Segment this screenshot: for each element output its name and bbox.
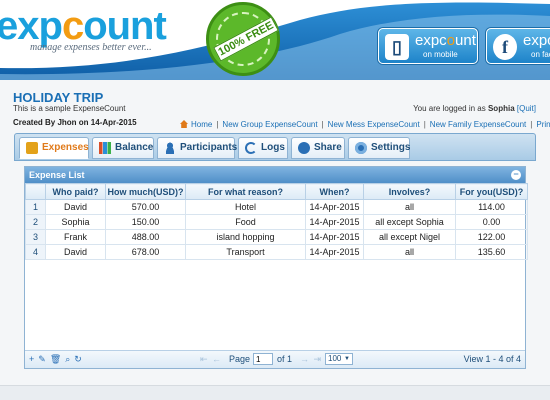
print-link[interactable]: Print <box>536 120 550 129</box>
tab-share[interactable]: Share <box>291 137 345 159</box>
created-by: Created By Jhon on 14-Apr-2015 <box>13 118 137 127</box>
logged-user: Sophia <box>487 104 515 113</box>
header-row: Who paid? How much(USD)? For what reason… <box>25 183 528 200</box>
new-family-link[interactable]: New Family ExpenseCount <box>430 120 526 129</box>
view-range: View 1 - 4 of 4 <box>463 354 521 364</box>
page-number-input[interactable] <box>253 353 273 365</box>
search-icon[interactable]: ⌕ <box>65 354 74 364</box>
table-row[interactable]: 4 David 678.00 Transport 14-Apr-2015 all… <box>25 244 528 260</box>
table-row[interactable]: 3 Frank 488.00 island hopping 14-Apr-201… <box>25 229 528 245</box>
facebook-app-button[interactable]: f expc on face <box>486 28 550 64</box>
new-mess-link[interactable]: New Mess ExpenseCount <box>328 120 420 129</box>
panel-header: Expense List − <box>25 167 525 183</box>
edit-icon[interactable]: ✎ <box>38 354 50 364</box>
page-footer <box>0 385 550 400</box>
login-status: You are logged in as Sophia [Quit] <box>413 104 536 113</box>
tab-logs[interactable]: Logs <box>238 137 288 159</box>
panel-title: Expense List <box>29 170 85 180</box>
bar-chart-icon <box>99 142 111 154</box>
facebook-promo-sub: on face <box>531 50 550 59</box>
rows-per-page-value: 100 <box>328 354 342 363</box>
expense-table: Who paid? How much(USD)? For what reason… <box>25 183 528 260</box>
col-reason[interactable]: For what reason? <box>185 183 306 200</box>
tab-balance-label: Balance <box>115 142 154 153</box>
moneybag-icon <box>26 142 38 154</box>
top-links: Home | New Group ExpenseCount | New Mess Exp… <box>180 120 550 129</box>
tab-expenses-label: Expenses <box>42 142 89 153</box>
add-icon[interactable]: + <box>29 354 38 364</box>
facebook-icon: f <box>493 34 517 60</box>
delete-icon[interactable]: 🗑 <box>50 354 65 364</box>
free-badge: 100% FREE <box>206 2 280 76</box>
quit-link[interactable]: [Quit] <box>517 104 536 113</box>
first-prev-page-buttons[interactable]: ⇤ ← <box>200 354 222 365</box>
trip-title: HOLIDAY TRIP <box>13 90 104 105</box>
col-row-number <box>25 183 46 200</box>
tab-participants-label: Participants <box>180 142 238 153</box>
tab-logs-label: Logs <box>261 142 285 153</box>
facebook-promo-title: expc <box>523 32 550 49</box>
reload-icon[interactable]: ↻ <box>74 354 86 364</box>
page-count: of 1 <box>277 354 293 364</box>
trip-description: This is a sample ExpenseCount <box>13 104 126 113</box>
rows-per-page-select[interactable]: 100 ▼ <box>325 353 353 365</box>
login-prefix: You are logged in as <box>413 104 486 113</box>
page-label: Page <box>229 354 251 364</box>
tab-expenses[interactable]: Expenses <box>19 137 89 159</box>
tab-settings-label: Settings <box>371 142 411 153</box>
tab-balance[interactable]: Balance <box>92 137 154 159</box>
col-how-much[interactable]: How much(USD)? <box>105 183 186 200</box>
tab-settings[interactable]: Settings <box>348 137 410 159</box>
col-when[interactable]: When? <box>305 183 364 200</box>
col-who-paid[interactable]: Who paid? <box>45 183 106 200</box>
tab-participants[interactable]: Participants <box>157 137 238 159</box>
col-involves[interactable]: Involves? <box>363 183 456 200</box>
new-group-link[interactable]: New Group ExpenseCount <box>222 120 317 129</box>
table-row[interactable]: 1 David 570.00 Hotel 14-Apr-2015 all 114… <box>25 199 528 215</box>
tab-share-label: Share <box>314 142 342 153</box>
tagline: manage expenses better ever... <box>30 42 152 53</box>
tab-bar: Expenses Balance Participants Logs Share… <box>14 133 536 161</box>
expense-list-panel: Expense List − Who paid? How much(USD)? … <box>24 166 528 369</box>
chevron-down-icon: ▼ <box>344 356 350 362</box>
person-icon <box>164 142 176 154</box>
mobile-app-button[interactable]: ▯ expcount on mobile <box>378 28 478 64</box>
gear-icon <box>355 142 367 154</box>
share-icon <box>298 142 310 154</box>
col-for-you[interactable]: For you(USD)? <box>455 183 528 200</box>
grid-pager: +✎🗑⌕↻ ⇤ ← Page of 1 → ⇥ 100▼ View 1 - 4 … <box>25 350 525 368</box>
site-header: expcount manage expenses better ever... … <box>0 0 550 80</box>
mobile-promo-sub: on mobile <box>423 50 458 59</box>
refresh-icon <box>245 142 257 154</box>
mobile-promo-title: expcount <box>415 32 476 49</box>
grid-toolbar: +✎🗑⌕↻ <box>29 354 86 365</box>
next-last-page-buttons[interactable]: → ⇥ <box>300 354 322 365</box>
collapse-icon[interactable]: − <box>511 170 521 180</box>
home-icon <box>180 120 188 128</box>
table-row[interactable]: 2 Sophia 150.00 Food 14-Apr-2015 all exc… <box>25 214 528 230</box>
phone-icon: ▯ <box>385 34 409 60</box>
home-link[interactable]: Home <box>191 120 212 129</box>
